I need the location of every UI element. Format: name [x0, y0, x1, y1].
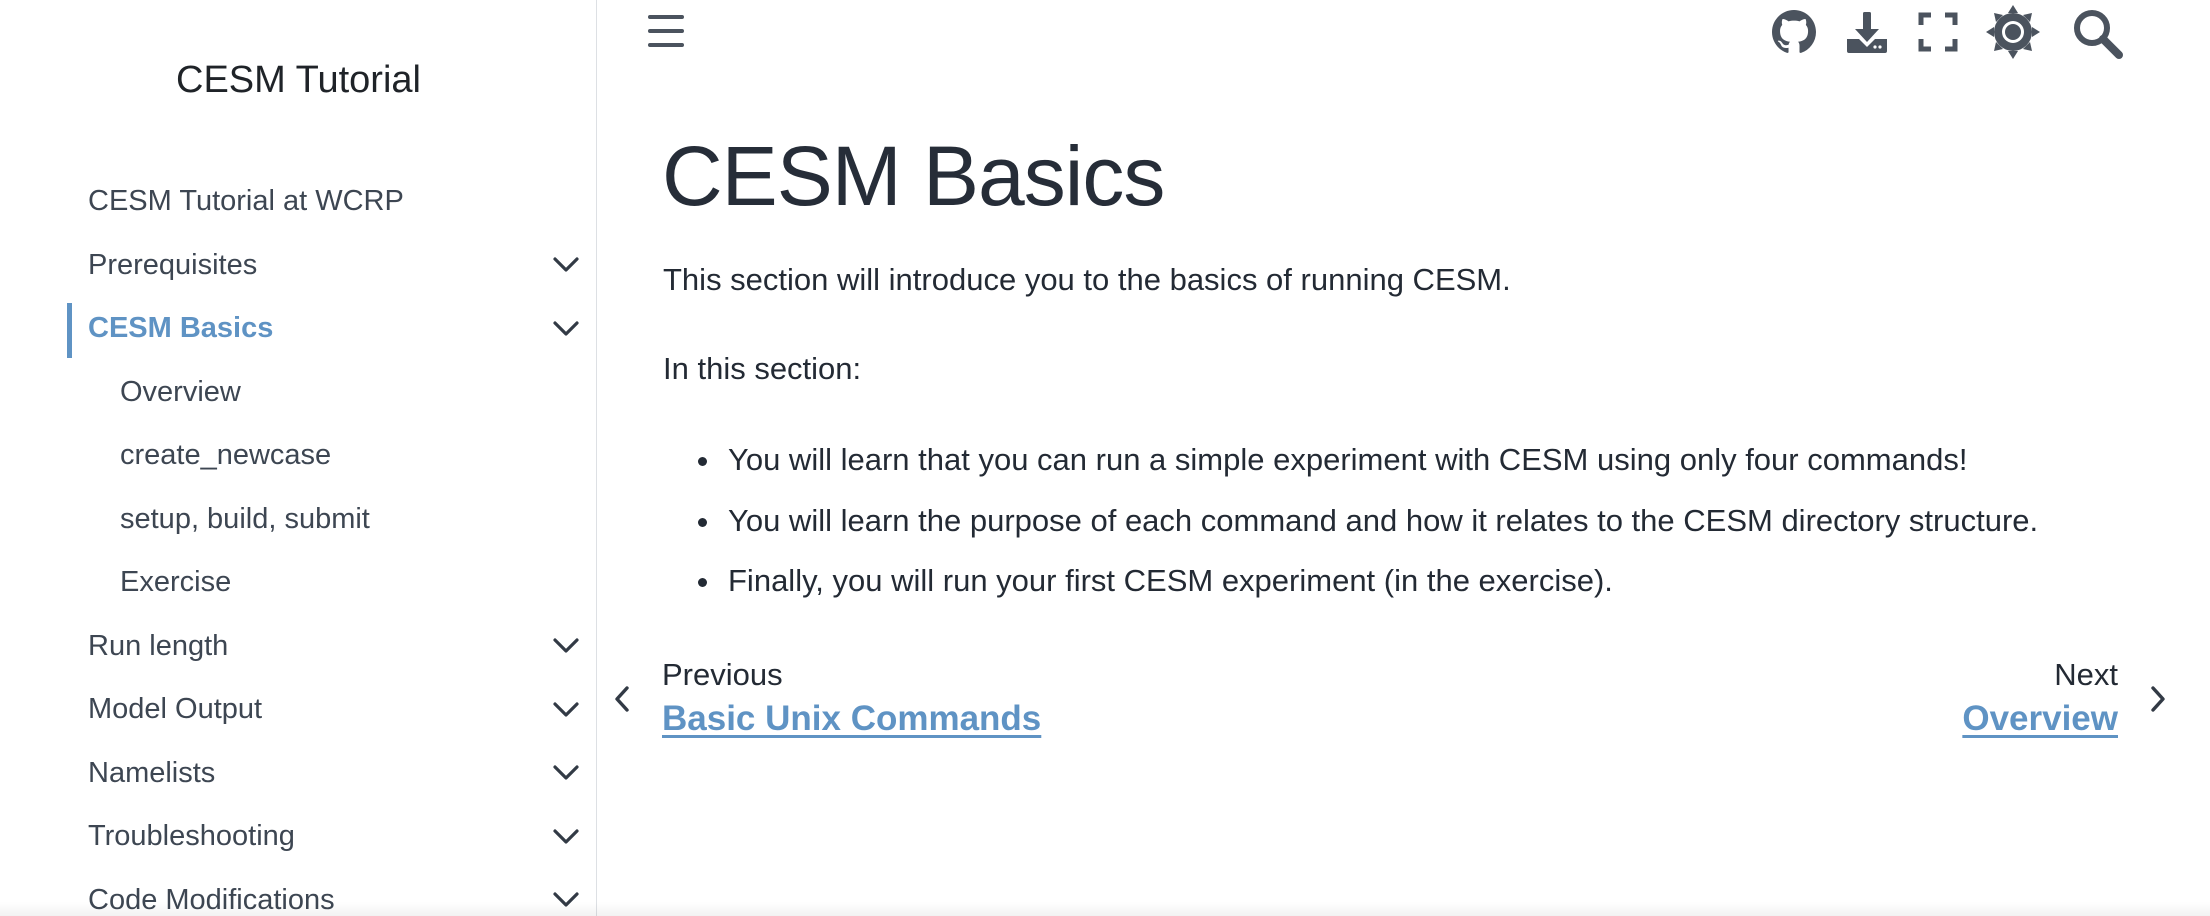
- sidebar-item-label: Overview: [120, 375, 241, 408]
- chevron-down-icon[interactable]: [552, 696, 580, 724]
- github-icon[interactable]: [1770, 8, 1818, 56]
- intro-paragraph: This section will introduce you to the b…: [663, 262, 1511, 297]
- sidebar-item-cesm-basics[interactable]: CESM Basics: [0, 297, 597, 361]
- page: CESM Tutorial CESM Tutorial at WCRP Prer…: [0, 0, 2210, 916]
- chevron-left-icon: [610, 685, 634, 713]
- fullscreen-icon[interactable]: [1914, 8, 1962, 56]
- sidebar-item-namelists[interactable]: Namelists: [0, 742, 597, 806]
- sidebar-item-label: CESM Basics: [88, 312, 274, 345]
- section-label: In this section:: [663, 351, 862, 386]
- sidebar-subitem-exercise[interactable]: Exercise: [0, 551, 597, 615]
- previous-page-link[interactable]: Previous Basic Unix Commands: [610, 655, 1041, 743]
- sidebar-item-run-length[interactable]: Run length: [0, 615, 597, 679]
- sidebar-item-label: create_newcase: [120, 439, 332, 472]
- sidebar-item-cesm-tutorial-at-wcrp[interactable]: CESM Tutorial at WCRP: [0, 170, 597, 234]
- previous-title-link[interactable]: Basic Unix Commands: [662, 695, 1041, 743]
- list-item: Finally, you will run your first CESM ex…: [663, 559, 2038, 620]
- sidebar: CESM Tutorial CESM Tutorial at WCRP Prer…: [0, 0, 597, 916]
- download-icon[interactable]: [1843, 8, 1891, 56]
- chevron-down-icon[interactable]: [552, 315, 580, 343]
- prev-next-navigation: Previous Basic Unix Commands Next Overvi…: [610, 655, 2170, 755]
- sidebar-item-troubleshooting[interactable]: Troubleshooting: [0, 805, 597, 869]
- bullet-list: You will learn that you can run a simple…: [663, 438, 2038, 620]
- sidebar-item-label: Exercise: [120, 566, 232, 599]
- page-title: CESM Basics: [662, 129, 1165, 223]
- list-item: You will learn that you can run a simple…: [663, 438, 2038, 499]
- list-item: You will learn the purpose of each comma…: [663, 499, 2038, 560]
- chevron-down-icon[interactable]: [552, 251, 580, 279]
- sidebar-item-model-output[interactable]: Model Output: [0, 678, 597, 742]
- sidebar-item-label: Namelists: [88, 756, 216, 789]
- sidebar-item-prerequisites[interactable]: Prerequisites: [0, 234, 597, 298]
- next-title-link[interactable]: Overview: [1962, 695, 2118, 743]
- theme-toggle-icon[interactable]: [1984, 4, 2042, 60]
- chevron-down-icon[interactable]: [552, 632, 580, 660]
- sidebar-item-label: Prerequisites: [88, 248, 258, 281]
- sidebar-nav: CESM Tutorial at WCRP Prerequisites CESM…: [0, 170, 597, 916]
- chevron-right-icon: [2146, 685, 2170, 713]
- sidebar-subitem-setup-build-submit[interactable]: setup, build, submit: [0, 488, 597, 552]
- next-page-link[interactable]: Next Overview: [1962, 655, 2170, 743]
- search-icon[interactable]: [2068, 4, 2126, 62]
- sidebar-subitem-create-newcase[interactable]: create_newcase: [0, 424, 597, 488]
- sidebar-subitem-overview[interactable]: Overview: [0, 361, 597, 425]
- sidebar-item-label: Troubleshooting: [88, 820, 295, 853]
- next-caption: Next: [2054, 657, 2118, 692]
- sidebar-item-label: Model Output: [88, 693, 263, 726]
- sidebar-item-label: Run length: [88, 629, 229, 662]
- chevron-down-icon[interactable]: [552, 823, 580, 851]
- menu-icon[interactable]: [644, 12, 688, 50]
- bottom-fade: [0, 902, 2210, 916]
- previous-caption: Previous: [662, 657, 783, 692]
- sidebar-item-label: setup, build, submit: [120, 502, 370, 535]
- site-title[interactable]: CESM Tutorial: [0, 56, 597, 104]
- chevron-down-icon[interactable]: [552, 759, 580, 787]
- sidebar-item-label: CESM Tutorial at WCRP: [88, 185, 404, 218]
